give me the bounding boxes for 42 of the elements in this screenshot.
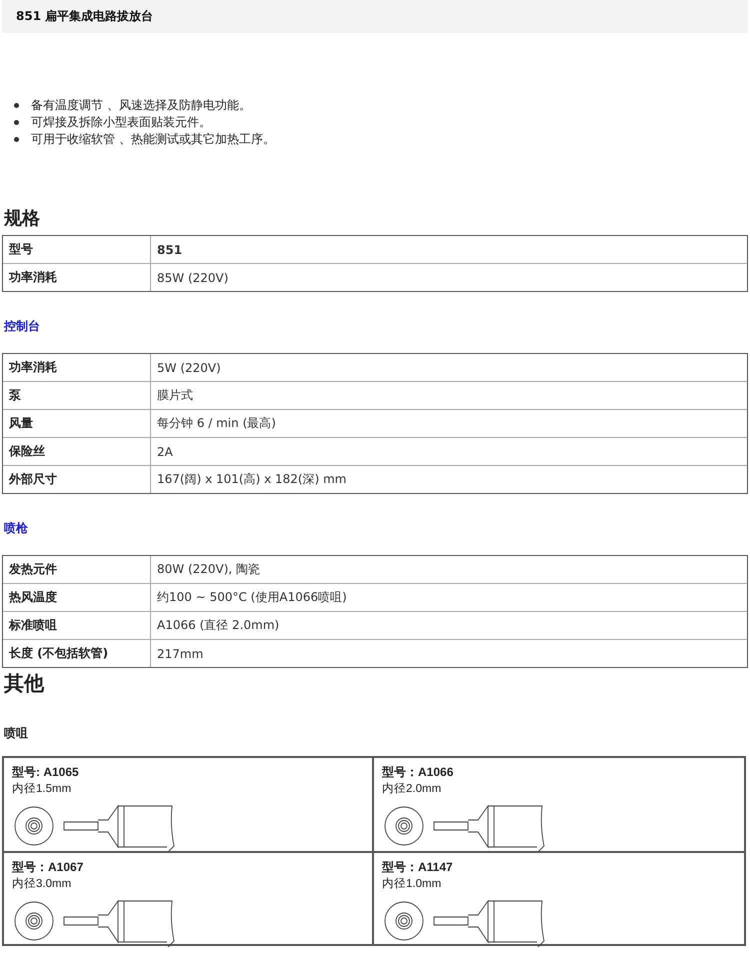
feature-text: 备有温度调节 、风速选择及防静电功能。 (31, 97, 251, 114)
table-cell-text: 167(阔) x 101(高) x 182(深) mm (156, 471, 348, 488)
subsection-heading: 控制台 (4, 318, 41, 335)
section-heading: 其他 (4, 670, 46, 697)
table-cell-text: 2A (156, 444, 174, 460)
table-cell: 泵 (3, 382, 151, 409)
model-label: 型号: A1065 (12, 764, 80, 781)
subsection-heading: 喷咀 (4, 725, 29, 742)
model-label: 型号：A1067 (12, 859, 84, 876)
bore-label: 内径1.0mm (382, 876, 442, 891)
table-cell: 标准喷咀 (3, 612, 151, 639)
table-cell: 热风温度 (3, 584, 151, 611)
table-cell-text: A1066 (直径 2.0mm) (156, 617, 280, 634)
table-cell-text: 85W (220V) (156, 270, 230, 286)
table-cell-text: 851 (156, 242, 184, 258)
model-label: 型号：A1147 (382, 859, 454, 876)
model-label: 型号：A1066 (382, 764, 454, 781)
bore-label: 内径2.0mm (382, 782, 442, 796)
table-cell: 发热元件 (3, 556, 151, 583)
feature-text: 可焊接及拆除小型表面贴装元件。 (31, 114, 211, 131)
table-cell-text: 每分钟 6 / min (最高) (156, 415, 277, 432)
table-cell-text: 约100 ~ 500°C (使用A1066喷咀) (156, 589, 348, 606)
table-cell: 型号 (3, 236, 151, 263)
bore-label: 内径1.5mm (12, 782, 72, 796)
bullet-icon (14, 137, 19, 142)
table-cell: 功率消耗 (3, 354, 151, 381)
table-cell: 保险丝 (3, 438, 151, 465)
table-cell: 外部尺寸 (3, 466, 151, 493)
page-title: 851 扁平集成电路拔放台 (16, 8, 154, 25)
table-cell: 功率消耗 (3, 264, 151, 291)
table-cell-text: 5W (220V) (156, 360, 222, 376)
bore-label: 内径3.0mm (12, 876, 72, 891)
table-cell-text: 80W (220V), 陶瓷 (156, 561, 262, 578)
table-cell-text: 217mm (156, 646, 204, 662)
subsection-heading: 喷枪 (4, 520, 29, 537)
bullet-icon (14, 120, 19, 125)
table-cell: 长度 (不包括软管) (3, 640, 151, 667)
bullet-icon (14, 103, 19, 108)
table-cell-text: 膜片式 (156, 387, 194, 404)
table-cell: 风量 (3, 410, 151, 437)
section-heading: 规格 (4, 207, 41, 230)
feature-text: 可用于收缩软管 、热能测试或其它加热工序。 (31, 131, 275, 148)
